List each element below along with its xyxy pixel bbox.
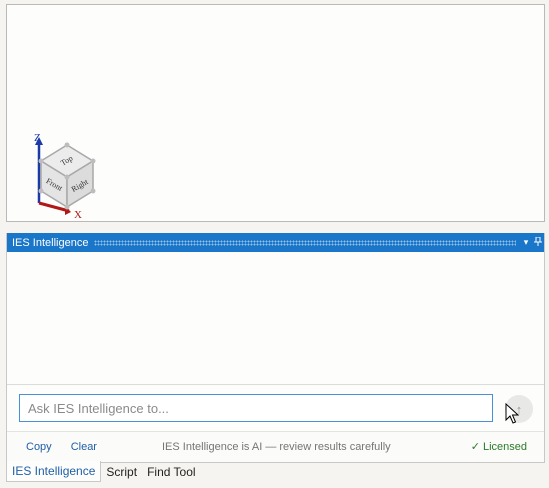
mouse-pointer-icon bbox=[505, 402, 520, 430]
panel-titlebar[interactable]: IES Intelligence ▾ bbox=[7, 233, 544, 252]
tab-find-tool[interactable]: Find Tool bbox=[142, 462, 200, 482]
copy-button[interactable]: Copy bbox=[26, 441, 52, 453]
x-axis-label: X bbox=[74, 209, 82, 221]
pin-icon[interactable] bbox=[532, 236, 544, 248]
3d-viewport[interactable]: Z X Top Front Right bbox=[6, 4, 545, 222]
tab-script[interactable]: Script bbox=[101, 462, 142, 482]
chat-history-area[interactable] bbox=[7, 252, 544, 384]
clear-button[interactable]: Clear bbox=[71, 441, 97, 453]
panel-title: IES Intelligence bbox=[12, 236, 89, 249]
prompt-row: ↑ bbox=[7, 384, 544, 432]
ies-intelligence-panel: IES Intelligence ▾ ↑ Copy Clear IES Inte… bbox=[6, 233, 545, 463]
view-cube[interactable]: Z X Top Front Right bbox=[21, 131, 101, 228]
license-status: ✓ Licensed bbox=[470, 441, 527, 453]
panel-footer: Copy Clear IES Intelligence is AI — revi… bbox=[7, 431, 544, 462]
prompt-input[interactable] bbox=[19, 394, 493, 422]
ai-disclaimer: IES Intelligence is AI — review results … bbox=[162, 440, 391, 453]
bottom-tab-strip: IES Intelligence Script Find Tool bbox=[6, 461, 201, 482]
tab-ies-intelligence[interactable]: IES Intelligence bbox=[6, 461, 102, 482]
chevron-down-icon[interactable]: ▾ bbox=[520, 237, 532, 248]
z-axis-label: Z bbox=[34, 132, 41, 144]
titlebar-grip[interactable] bbox=[94, 239, 516, 246]
